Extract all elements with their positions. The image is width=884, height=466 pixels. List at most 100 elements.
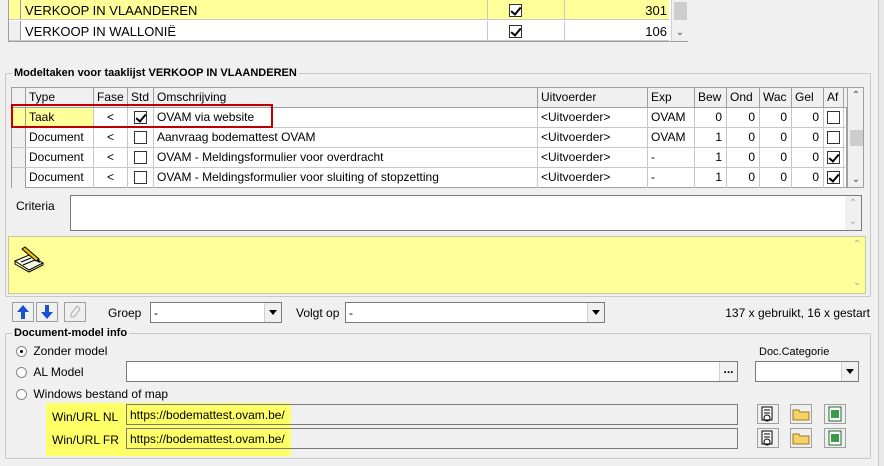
row-indicator (9, 21, 21, 40)
scroll-down-icon[interactable]: ⌄ (848, 172, 864, 188)
document-search-icon (761, 406, 773, 422)
groep-value: - (154, 306, 158, 320)
notepad-pencil-icon (13, 246, 45, 273)
criteria-input[interactable]: ⌃ ⌄ (70, 195, 862, 231)
modeltaken-title: Modeltaken voor taaklijst VERKOOP IN VLA… (12, 67, 299, 79)
taaklijst-row[interactable]: VERKOOP IN VLAANDEREN 301 (9, 0, 669, 20)
cell-ond: 0 (727, 168, 760, 188)
cell-uitvoerder: <Uitvoerder> (538, 148, 648, 167)
cell-uitvoerder: <Uitvoerder> (538, 168, 648, 188)
groep-label: Groep (108, 306, 142, 320)
table-row[interactable]: Document < OVAM - Meldingsformulier voor… (12, 168, 848, 188)
al-model-input[interactable]: ... (126, 361, 738, 382)
url-nl-input[interactable]: https://bodemattest.ovam.be/ (126, 404, 738, 425)
option-al-model[interactable]: AL Model (16, 365, 84, 379)
cell-type: Document (26, 168, 94, 188)
volgt-op-select[interactable]: - (345, 302, 605, 323)
url-nl-label: Win/URL NL (52, 410, 119, 424)
cell-fase: < (94, 148, 128, 167)
cell-std[interactable] (128, 168, 154, 188)
option-zonder-model[interactable]: Zonder model (16, 344, 107, 358)
criteria-label: Criteria (16, 199, 55, 213)
cell-bew: 1 (695, 148, 727, 167)
cell-std[interactable] (128, 128, 154, 147)
taaklijst-checkbox[interactable] (509, 3, 522, 18)
cell-bew: 1 (695, 128, 727, 147)
cell-gel: 0 (792, 148, 824, 167)
cell-std[interactable] (128, 148, 154, 167)
col-exp[interactable]: Exp (648, 88, 695, 107)
taaklijst-name: VERKOOP IN WALLONIË (25, 24, 176, 39)
cell-ond: 0 (727, 128, 760, 147)
cell-wac: 0 (760, 128, 792, 147)
col-wac[interactable]: Wac (760, 88, 792, 107)
taaklijst-checkbox[interactable] (509, 24, 522, 39)
groep-select[interactable]: - (150, 302, 282, 323)
radio-icon[interactable] (16, 389, 27, 401)
taaklijst-count: 301 (645, 3, 667, 18)
cell-exp: - (648, 148, 695, 167)
cell-ond: 0 (727, 148, 760, 167)
cell-bew: 0 (695, 108, 727, 127)
scroll-down-icon[interactable]: ⌄ (672, 25, 688, 41)
folder-nl-button[interactable] (790, 404, 812, 424)
move-down-button[interactable] (36, 302, 58, 322)
open-fr-button[interactable] (757, 428, 779, 448)
excel-nl-button[interactable] (824, 404, 846, 424)
criteria-scrollbar[interactable]: ⌃ ⌄ (845, 196, 861, 230)
table-row[interactable]: Document < OVAM - Meldingsformulier voor… (12, 148, 848, 168)
radio-icon[interactable] (16, 367, 27, 379)
cell-gel: 0 (792, 128, 824, 147)
volgt-op-label: Volgt op (296, 306, 340, 320)
taaklijst-scrollbar[interactable]: ⌄ (671, 0, 688, 41)
cell-type: Document (26, 148, 94, 167)
col-gel[interactable]: Gel (792, 88, 824, 107)
modeltaken-scrollbar[interactable]: ⌃ ⌄ (847, 87, 864, 188)
document-model-title: Document-model info (12, 327, 130, 339)
row-indicator (9, 0, 21, 19)
open-nl-button[interactable] (757, 404, 779, 424)
window-border (878, 0, 884, 466)
cell-ond: 0 (727, 108, 760, 127)
option-windows-bestand[interactable]: Windows bestand of map (16, 387, 168, 401)
url-fr-input[interactable]: https://bodemattest.ovam.be/ (126, 428, 738, 449)
taaklijst-name: VERKOOP IN VLAANDEREN (25, 3, 198, 18)
cell-omschrijving: OVAM - Meldingsformulier voor sluiting o… (154, 168, 538, 188)
link-button[interactable] (64, 302, 86, 322)
col-bew[interactable]: Bew (695, 88, 727, 107)
cell-af[interactable] (824, 148, 844, 167)
cell-exp: OVAM (648, 128, 695, 147)
cell-fase: < (94, 168, 128, 188)
doc-categorie-select[interactable] (755, 361, 859, 382)
document-search-icon (761, 430, 773, 446)
taaklijst-row[interactable]: VERKOOP IN WALLONIË 106 (9, 21, 669, 41)
chevron-down-icon[interactable] (264, 303, 281, 322)
browse-ellipsis-button[interactable]: ... (719, 362, 737, 381)
folder-fr-button[interactable] (790, 428, 812, 448)
cell-af[interactable] (824, 128, 844, 147)
cell-bew: 1 (695, 168, 727, 188)
chevron-down-icon[interactable] (841, 362, 858, 381)
notes-scrollbar[interactable]: ⌃ ⌄ (849, 237, 865, 293)
cell-af[interactable] (824, 108, 844, 127)
excel-fr-button[interactable] (824, 428, 846, 448)
folder-icon (792, 433, 810, 445)
url-fr-label: Win/URL FR (52, 433, 119, 447)
col-af[interactable]: Af (824, 88, 844, 107)
table-row[interactable]: Document < Aanvraag bodemattest OVAM <Ui… (12, 128, 848, 148)
cell-uitvoerder: <Uitvoerder> (538, 108, 648, 127)
folder-icon (792, 409, 810, 421)
cell-gel: 0 (792, 108, 824, 127)
cell-af[interactable] (824, 168, 844, 188)
taaklijst-count: 106 (645, 24, 667, 39)
scroll-up-icon[interactable]: ⌃ (848, 88, 864, 104)
cell-fase: < (94, 128, 128, 147)
col-uitvoerder[interactable]: Uitvoerder (538, 88, 648, 107)
col-ond[interactable]: Ond (727, 88, 760, 107)
move-up-button[interactable] (12, 302, 34, 322)
cell-exp: OVAM (648, 108, 695, 127)
cell-uitvoerder: <Uitvoerder> (538, 128, 648, 147)
chevron-down-icon[interactable] (587, 303, 604, 322)
radio-icon[interactable] (16, 346, 27, 358)
notes-area[interactable]: ⌃ ⌄ (8, 236, 866, 294)
